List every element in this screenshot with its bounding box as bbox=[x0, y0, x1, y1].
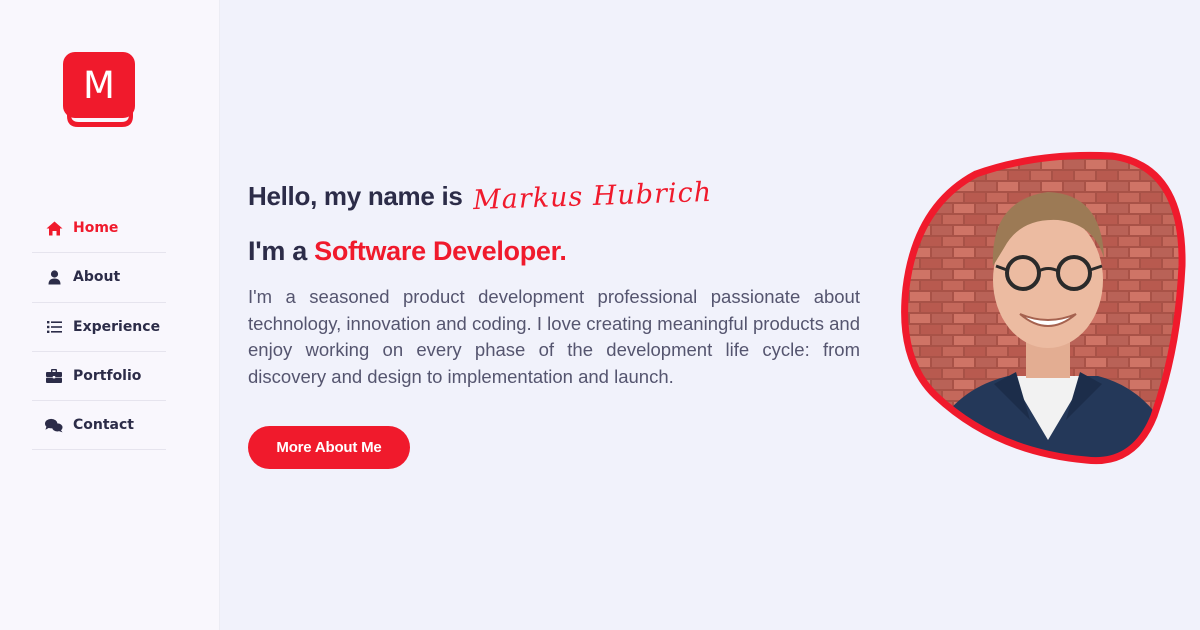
greeting-line: Hello, my name is Markus Hubrich bbox=[248, 168, 862, 224]
logo-letter: M bbox=[83, 64, 115, 107]
hero-section: Hello, my name is Markus Hubrich I'm a S… bbox=[248, 168, 862, 469]
nav-item-contact[interactable]: Contact bbox=[32, 401, 166, 451]
profile-photo bbox=[898, 148, 1188, 473]
briefcase-icon bbox=[45, 368, 63, 384]
greeting-text: Hello, my name is bbox=[248, 180, 463, 211]
role-prefix: I'm a bbox=[248, 236, 307, 266]
nav-item-home[interactable]: Home bbox=[32, 204, 166, 254]
nav-label-home: Home bbox=[73, 220, 119, 237]
nav-label-portfolio: Portfolio bbox=[73, 368, 142, 385]
sidebar: M Home About Experience Portfolio Contac… bbox=[0, 0, 220, 630]
nav-label-experience: Experience bbox=[73, 318, 161, 335]
logo[interactable]: M bbox=[63, 52, 135, 129]
profile-avatar bbox=[901, 151, 1186, 465]
bio-paragraph: I'm a seasoned product development profe… bbox=[248, 286, 860, 388]
user-icon bbox=[45, 269, 63, 285]
more-about-me-button[interactable]: More About Me bbox=[248, 426, 410, 469]
nav-item-about[interactable]: About bbox=[32, 253, 166, 303]
nav-label-about: About bbox=[73, 269, 121, 286]
list-icon bbox=[45, 319, 63, 335]
main-nav: Home About Experience Portfolio Contact bbox=[32, 204, 166, 451]
nav-item-portfolio[interactable]: Portfolio bbox=[32, 352, 166, 402]
role-heading: I'm a Software Developer. bbox=[248, 236, 862, 267]
chat-bubbles-icon bbox=[45, 417, 63, 433]
book-logo-icon: M bbox=[63, 52, 135, 127]
nav-label-contact: Contact bbox=[73, 417, 134, 434]
name-signature: Markus Hubrich bbox=[472, 176, 713, 216]
nav-item-experience[interactable]: Experience bbox=[32, 303, 166, 352]
role-title: Software Developer. bbox=[314, 236, 567, 266]
home-icon bbox=[45, 220, 63, 236]
